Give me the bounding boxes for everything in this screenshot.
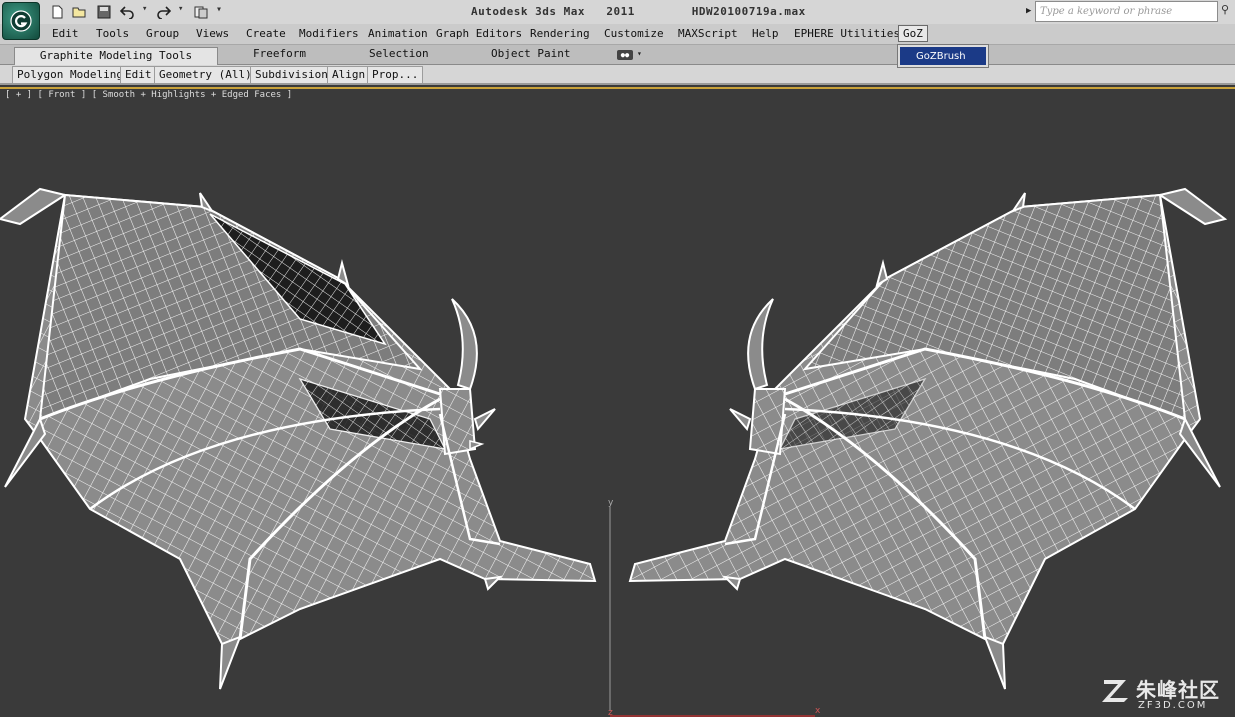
quick-access-dropdown-icon[interactable]: ▾ [216,4,222,15]
goz-dropdown-menu: GoZBrush [897,44,989,68]
menu-modifiers[interactable]: Modifiers [299,27,359,40]
zf3d-logo-icon [1102,680,1128,702]
search-input[interactable] [1035,1,1218,22]
zf3d-watermark: 朱峰社区 ZF3D.COM [1100,674,1230,714]
menu-ephere-utilities[interactable]: EPHERE Utilities [794,27,900,40]
ribbon-panel-bar: Polygon Modeling Edit Geometry (All) Sub… [0,65,1235,85]
ribbon-options-dropdown-icon[interactable]: ▾ [637,49,642,58]
menu-group[interactable]: Group [146,27,179,40]
tab-object-paint[interactable]: Object Paint [491,47,570,60]
menu-help[interactable]: Help [752,27,779,40]
open-icon[interactable] [70,3,88,21]
menu-animation[interactable]: Animation [368,27,428,40]
window-title: Autodesk 3ds Max 2011 HDW20100719a.max [471,5,806,18]
panel-subdivision[interactable]: Subdivision [250,66,333,84]
title-bar: ▾ ▾ ▾ Autodesk 3ds Max 2011 HDW20100719a… [0,0,1235,24]
menu-goz[interactable]: GoZ [898,25,928,42]
tab-freeform[interactable]: Freeform [253,47,306,60]
viewport-front[interactable]: [ + ] [ Front ] [ Smooth + Highlights + … [0,87,1235,717]
axis-x-label: x [815,706,821,716]
panel-properties[interactable]: Prop... [367,66,424,84]
new-icon[interactable] [48,3,66,21]
undo-dropdown-icon[interactable]: ▾ [142,4,147,14]
menu-customize[interactable]: Customize [604,27,664,40]
3dsmax-logo-icon [10,10,32,32]
wing-mesh-scene: y x z [0,187,1228,717]
application-menu-button[interactable] [2,2,40,40]
watermark-text: 朱峰社区 [1136,678,1220,702]
redo-dropdown-icon[interactable]: ▾ [178,4,183,14]
axis-y-label: y [608,498,614,508]
binoculars-icon[interactable]: ⚲ [1221,3,1229,16]
panel-polygon-modeling[interactable]: Polygon Modeling [12,66,128,84]
menu-graph-editors[interactable]: Graph Editors [436,27,522,40]
save-icon[interactable] [95,3,113,21]
ribbon-tab-bar: Graphite Modeling Tools Freeform Selecti… [0,45,1235,65]
tab-selection[interactable]: Selection [369,47,429,60]
tab-graphite-modeling-tools[interactable]: Graphite Modeling Tools [14,47,218,65]
right-wing-mesh [628,187,1228,690]
menu-tools[interactable]: Tools [96,27,129,40]
app-window: ▾ ▾ ▾ Autodesk 3ds Max 2011 HDW20100719a… [0,0,1235,717]
left-wing-mesh [0,187,597,690]
watermark-url: ZF3D.COM [1138,700,1208,711]
menu-maxscript[interactable]: MAXScript [678,27,738,40]
menu-rendering[interactable]: Rendering [530,27,590,40]
panel-geometry-all[interactable]: Geometry (All) [154,66,257,84]
panel-edit[interactable]: Edit [120,66,157,84]
panel-align[interactable]: Align [327,66,371,84]
axis-z-label: z [608,708,613,717]
search-expand-icon[interactable]: ▶ [1026,6,1031,16]
project-icon[interactable] [192,3,210,21]
menu-bar: Edit Tools Group Views Create Modifiers … [0,24,1235,45]
menu-edit[interactable]: Edit [52,27,79,40]
ribbon-options-icon[interactable]: ●● [617,50,633,60]
menu-item-gozbrush[interactable]: GoZBrush [900,47,986,65]
redo-icon[interactable] [154,3,172,21]
menu-create[interactable]: Create [246,27,286,40]
undo-icon[interactable] [119,3,137,21]
menu-views[interactable]: Views [196,27,229,40]
